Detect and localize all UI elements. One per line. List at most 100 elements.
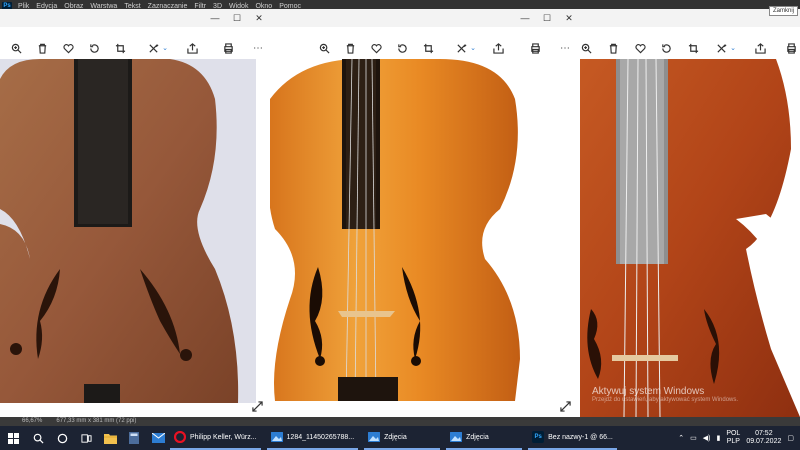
share-icon[interactable] — [491, 41, 505, 55]
minimize-icon[interactable]: — — [514, 9, 536, 27]
mail-button[interactable] — [146, 426, 170, 450]
favorite-icon[interactable] — [369, 41, 383, 55]
photo-toolbar: ⌄ ⋯ — [270, 37, 580, 59]
search-button[interactable] — [26, 426, 50, 450]
print-icon[interactable] — [528, 41, 542, 55]
taskbar-app-opera[interactable]: Philipp Keller, Würz... — [170, 426, 261, 450]
windows-icon — [7, 432, 19, 444]
battery-icon[interactable]: ▮ — [716, 434, 720, 442]
favorite-icon[interactable] — [61, 41, 75, 55]
search-icon — [33, 433, 44, 444]
more-icon[interactable]: ⋯ — [558, 41, 572, 55]
taskbar-app-photos-1[interactable]: 1284_11450265788... — [266, 426, 359, 450]
zoom-in-icon[interactable] — [9, 41, 23, 55]
photoshop-statusbar: 66,67% 677,33 mm x 381 mm (72 ppi) — [0, 416, 800, 426]
violin-image — [576, 59, 800, 417]
window-titlebar[interactable] — [576, 9, 800, 27]
chevron-down-icon[interactable]: ⌄ — [466, 41, 480, 55]
taskbar-app-label: Zdjęcia — [384, 433, 407, 441]
share-icon[interactable] — [753, 41, 767, 55]
taskbar-app-photos-2[interactable]: Zdjęcia — [364, 426, 441, 450]
taskbar-app-label: Philipp Keller, Würz... — [190, 433, 257, 441]
taskbar-app-label: Bez nazwy-1 @ 66... — [548, 433, 613, 441]
window-controls: — ☐ ✕ — [514, 9, 580, 27]
mail-icon — [151, 433, 165, 443]
photos-icon — [270, 432, 283, 442]
cortana-icon — [57, 433, 67, 443]
delete-icon[interactable] — [606, 41, 620, 55]
rotate-icon[interactable] — [395, 41, 409, 55]
clock-date: 09.07.2022 — [746, 438, 782, 445]
opera-icon — [174, 431, 186, 443]
print-icon[interactable] — [784, 41, 798, 55]
photos-icon — [450, 432, 463, 442]
activation-subtitle: Przejdź do ustawień, aby aktywować syste… — [592, 397, 739, 403]
speaker-icon[interactable]: ◀) — [703, 434, 711, 442]
zoom-in-icon[interactable] — [317, 41, 331, 55]
rotate-icon[interactable] — [659, 41, 673, 55]
taskbar-app-photos-3[interactable]: Zdjęcia — [446, 426, 523, 450]
fullscreen-icon[interactable] — [560, 401, 571, 415]
minimize-icon[interactable]: — — [204, 9, 226, 27]
zoom-in-icon[interactable] — [579, 41, 593, 55]
more-icon[interactable]: ⋯ — [251, 41, 265, 55]
delete-icon[interactable] — [35, 41, 49, 55]
crop-icon[interactable] — [113, 41, 127, 55]
taskbar-app-photoshop[interactable]: Ps Bez nazwy-1 @ 66... — [528, 426, 617, 450]
taskbar: Philipp Keller, Würz... 1284_11450265788… — [0, 426, 800, 450]
language-code: POL — [726, 430, 741, 437]
task-view-icon — [80, 433, 92, 443]
clock-time: 07:52 — [755, 430, 773, 437]
show-hidden-icons-chevron-up-icon[interactable]: ⌃ — [678, 434, 684, 442]
close-tooltip: Zamknij — [768, 6, 798, 16]
share-icon[interactable] — [185, 41, 199, 55]
notifications-icon[interactable]: ▢ — [787, 434, 794, 442]
calculator-button[interactable] — [122, 426, 146, 450]
print-icon[interactable] — [221, 41, 235, 55]
close-icon[interactable]: ✕ — [558, 9, 580, 27]
network-icon[interactable]: ▭ — [690, 434, 697, 442]
violin-image — [0, 59, 239, 403]
windows-activation-watermark: Aktywuj system Windows Przejdź do ustawi… — [592, 386, 738, 403]
chevron-down-icon[interactable]: ⌄ — [726, 41, 740, 55]
photo-toolbar: ⌄ ⋯ — [0, 37, 270, 59]
photo-toolbar: ⌄ — [576, 37, 800, 59]
delete-icon[interactable] — [343, 41, 357, 55]
violin-photo-1 — [0, 59, 256, 403]
crop-icon[interactable] — [421, 41, 435, 55]
task-view-button[interactable] — [74, 426, 98, 450]
start-button[interactable] — [0, 426, 26, 450]
folder-icon — [103, 433, 117, 444]
document-size: 677,33 mm x 381 mm (72 ppi) — [56, 418, 137, 424]
file-explorer-button[interactable] — [98, 426, 122, 450]
keyboard-layout: PLP — [726, 438, 740, 445]
photos-window-1: — ☐ ✕ ⌄ ⋯ — [0, 9, 270, 417]
zoom-level[interactable]: 66,67% — [22, 418, 42, 424]
photos-window-3: ⌄ — [576, 9, 800, 417]
close-icon[interactable]: ✕ — [248, 9, 270, 27]
violin-image — [270, 59, 520, 401]
clock[interactable]: 07:52 09.07.2022 — [746, 430, 781, 446]
rotate-icon[interactable] — [87, 41, 101, 55]
window-titlebar[interactable]: — ☐ ✕ — [0, 9, 270, 27]
window-controls: — ☐ ✕ — [204, 9, 270, 27]
taskbar-app-label: 1284_11450265788... — [286, 433, 355, 441]
favorite-icon[interactable] — [633, 41, 647, 55]
chevron-down-icon[interactable]: ⌄ — [158, 41, 172, 55]
violin-photo-3 — [576, 59, 800, 417]
photoshop-icon: Ps — [532, 431, 545, 443]
fullscreen-icon[interactable] — [252, 401, 263, 415]
photos-window-2: — ☐ ✕ ⌄ ⋯ — [270, 9, 580, 417]
language-indicator[interactable]: POL PLP — [726, 430, 740, 446]
calculator-icon — [129, 432, 139, 444]
violin-photo-2 — [270, 59, 532, 401]
cortana-button[interactable] — [50, 426, 74, 450]
window-titlebar[interactable]: — ☐ ✕ — [270, 9, 580, 27]
taskbar-app-label: Zdjęcia — [466, 433, 489, 441]
photos-icon — [368, 432, 381, 442]
system-tray: ⌃ ▭ ◀) ▮ POL PLP 07:52 09.07.2022 ▢ — [678, 426, 800, 450]
activation-title: Aktywuj system Windows — [592, 386, 705, 397]
maximize-icon[interactable]: ☐ — [536, 9, 558, 27]
maximize-icon[interactable]: ☐ — [226, 9, 248, 27]
crop-icon[interactable] — [686, 41, 700, 55]
